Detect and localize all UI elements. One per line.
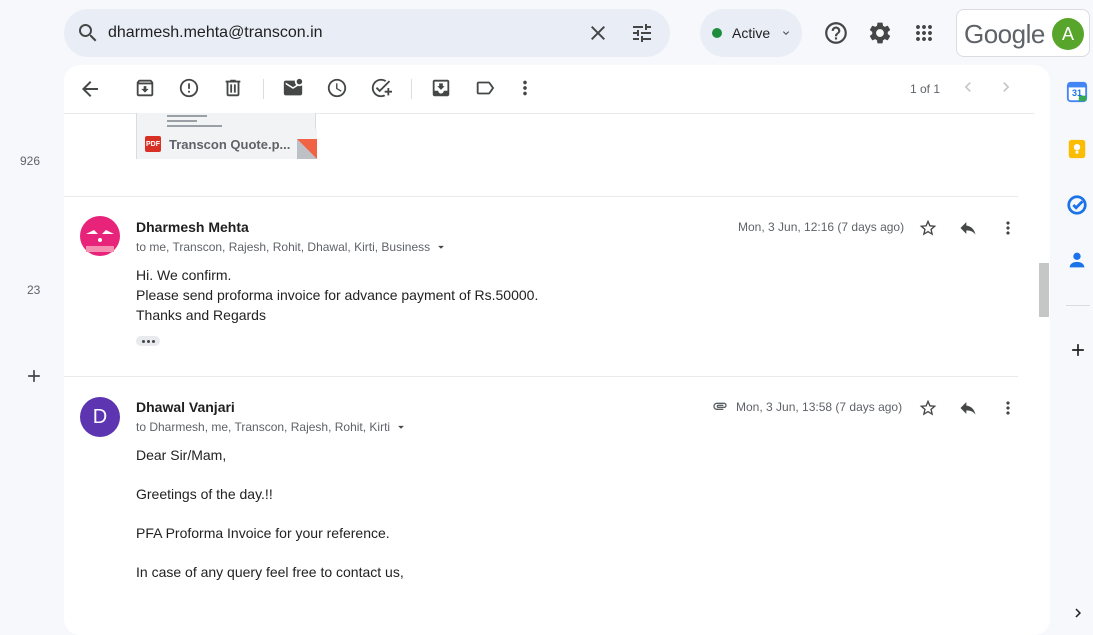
status-selector[interactable]: Active — [700, 9, 802, 57]
attachment-footer: PDF Transcon Quote.p... — [137, 129, 317, 159]
more-vert-icon[interactable] — [514, 77, 538, 101]
message-body-line: PFA Proforma Invoice for your reference. — [136, 525, 390, 541]
gear-icon[interactable] — [866, 19, 894, 47]
ellipsis-dot — [151, 339, 155, 343]
message-date: Mon, 3 Jun, 12:16 (7 days ago) — [738, 220, 905, 234]
message-toolbar: 1 of 1 — [64, 65, 1050, 113]
contacts-icon[interactable] — [1066, 249, 1090, 273]
attachment-clip-icon — [710, 398, 730, 414]
snooze-clock-icon[interactable] — [326, 77, 350, 101]
recipients-line[interactable]: to me, Transcon, Rajesh, Rohit, Dhawal, … — [136, 240, 448, 254]
label-icon[interactable] — [474, 77, 498, 101]
account-switcher[interactable]: Google A — [956, 9, 1090, 57]
message-body-line: Thanks and Regards — [136, 307, 266, 323]
message-divider — [64, 376, 1018, 377]
pagination-label: 1 of 1 — [910, 82, 941, 96]
side-rail-divider — [1066, 305, 1090, 306]
message-body-line: Hi. We confirm. — [136, 267, 232, 283]
attachment-thumbnail — [167, 115, 222, 130]
message-divider — [64, 196, 1018, 197]
sender-name[interactable]: Dharmesh Mehta — [136, 219, 249, 235]
sender-name[interactable]: Dhawal Vanjari — [136, 399, 235, 415]
google-logo: Google — [964, 19, 1045, 49]
add-label-icon[interactable] — [22, 364, 46, 388]
message-body-line: Dear Sir/Mam, — [136, 447, 227, 463]
chevron-right-icon[interactable] — [996, 77, 1020, 101]
rail-count-a: 926 — [20, 154, 41, 168]
pdf-icon: PDF — [145, 136, 161, 152]
chevron-down-icon — [783, 31, 789, 35]
recipients-line[interactable]: to Dharmesh, me, Transcon, Rajesh, Rohit… — [136, 420, 408, 434]
message-date: Mon, 3 Jun, 13:58 (7 days ago) — [736, 400, 903, 414]
attachment-card[interactable]: PDF Transcon Quote.p... — [136, 113, 317, 159]
chevron-right-icon[interactable] — [1066, 601, 1090, 625]
add-task-icon[interactable] — [370, 77, 394, 101]
clear-search-icon[interactable] — [586, 21, 610, 45]
tasks-icon[interactable] — [1066, 194, 1090, 218]
sender-avatar — [80, 216, 120, 256]
archive-icon[interactable] — [134, 77, 158, 101]
chevron-left-icon[interactable] — [958, 77, 982, 101]
show-trimmed-content-button[interactable] — [136, 336, 160, 346]
sender-avatar: D — [80, 397, 120, 437]
ellipsis-dot — [141, 339, 145, 343]
message-body-line: Please send proforma invoice for advance… — [136, 287, 539, 303]
star-icon[interactable] — [916, 216, 940, 240]
search-icon[interactable] — [76, 21, 100, 45]
recipients-text: to Dharmesh, me, Transcon, Rajesh, Rohit… — [136, 420, 391, 434]
mark-unread-icon[interactable] — [282, 77, 306, 101]
account-avatar[interactable]: A — [1052, 18, 1084, 50]
scrollbar-thumb[interactable] — [1039, 263, 1049, 317]
back-arrow-icon[interactable] — [78, 77, 102, 101]
status-dot — [712, 28, 722, 38]
apps-grid-icon[interactable] — [910, 19, 938, 47]
star-icon[interactable] — [916, 396, 940, 420]
calendar-day: 31 — [1072, 88, 1083, 98]
delete-icon[interactable] — [222, 77, 246, 101]
message-body-line: Greetings of the day.!! — [136, 486, 273, 502]
reply-icon[interactable] — [956, 216, 980, 240]
add-app-icon[interactable] — [1066, 338, 1090, 362]
attachment-filename: Transcon Quote.p... — [169, 137, 291, 152]
attachment-corner-accent — [297, 139, 317, 159]
toolbar-divider — [263, 79, 264, 99]
caret-down-icon[interactable] — [394, 420, 408, 434]
search-bar[interactable] — [64, 9, 670, 57]
toolbar-divider — [411, 79, 412, 99]
caret-down-icon[interactable] — [434, 240, 448, 254]
help-icon[interactable] — [822, 19, 850, 47]
move-to-icon[interactable] — [430, 77, 454, 101]
message-panel: 1 of 1 PDF Transcon Quote.p... Dharmesh … — [64, 65, 1050, 635]
more-vert-icon[interactable] — [996, 396, 1020, 420]
more-vert-icon[interactable] — [996, 216, 1020, 240]
reply-icon[interactable] — [956, 396, 980, 420]
search-input[interactable] — [108, 21, 568, 45]
rail-count-b: 23 — [27, 283, 41, 297]
status-label: Active — [732, 25, 771, 41]
report-spam-icon[interactable] — [178, 77, 202, 101]
message-body-line: In case of any query feel free to contac… — [136, 564, 404, 580]
recipients-text: to me, Transcon, Rajesh, Rohit, Dhawal, … — [136, 240, 431, 254]
search-options-icon[interactable] — [630, 21, 654, 45]
ellipsis-dot — [146, 339, 150, 343]
keep-icon[interactable] — [1066, 138, 1090, 162]
